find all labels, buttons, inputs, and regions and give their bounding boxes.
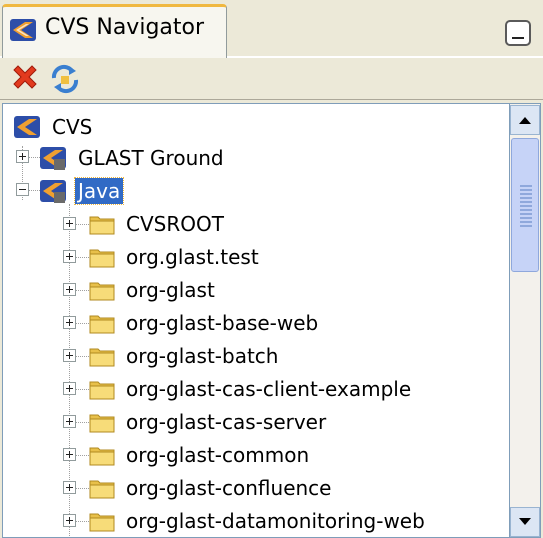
tree-label: org-glast-base-web: [126, 311, 319, 335]
collapse-toggle[interactable]: [16, 183, 29, 196]
cvs-repository-icon: [14, 116, 40, 138]
tree-label: org.glast.test: [126, 245, 259, 269]
tree-label: org-glast-cas-client-example: [126, 377, 412, 401]
expand-toggle[interactable]: [63, 316, 76, 329]
expand-toggle[interactable]: [63, 217, 76, 230]
tree-item-folder[interactable]: org-glast-datamonitoring-web: [89, 505, 428, 537]
project-icon: [40, 180, 66, 203]
folder-icon: [89, 414, 115, 433]
cvs-repository-icon: [10, 19, 36, 41]
scroll-thumb[interactable]: [511, 138, 539, 272]
folder-icon: [89, 447, 115, 466]
cvs-tree[interactable]: CVS GLAST Ground Java CVSROOT org.glast.…: [2, 103, 510, 538]
tree-item-folder[interactable]: CVSROOT: [89, 208, 227, 240]
folder-icon: [89, 216, 115, 235]
folder-icon: [89, 249, 115, 268]
tree-item-project[interactable]: Java: [39, 175, 125, 207]
view-tab-strip: CVS Navigator: [0, 0, 543, 58]
tree-item-folder[interactable]: org-glast-base-web: [89, 307, 321, 339]
toolbar: [0, 58, 543, 100]
red-x-icon: [13, 65, 37, 89]
expand-toggle[interactable]: [63, 448, 76, 461]
folder-icon: [89, 513, 115, 532]
refresh-icon: [51, 64, 79, 94]
scroll-up-button[interactable]: [510, 105, 540, 135]
expand-toggle[interactable]: [16, 150, 29, 163]
tree-item-folder[interactable]: org-glast-batch: [89, 340, 281, 372]
refresh-button[interactable]: [48, 62, 82, 96]
expand-toggle[interactable]: [63, 382, 76, 395]
folder-icon: [89, 381, 115, 400]
tree-item-folder[interactable]: org-glast-confluence: [89, 472, 334, 504]
folder-icon: [89, 315, 115, 334]
tree-label: CVS: [52, 115, 93, 139]
cvs-navigator-window: CVS Navigator CVS GLAST Ground Java CVSR…: [0, 0, 543, 538]
scroll-down-button[interactable]: [510, 507, 540, 537]
tree-label: org-glast: [126, 278, 215, 302]
expand-toggle[interactable]: [63, 514, 76, 527]
project-icon: [40, 147, 66, 170]
arrow-down-icon: [519, 518, 531, 525]
tab-label: CVS Navigator: [45, 15, 205, 40]
folder-icon: [89, 348, 115, 367]
remove-button[interactable]: [8, 62, 42, 96]
expand-toggle[interactable]: [63, 349, 76, 362]
tree-label: org-glast-common: [126, 443, 310, 467]
arrow-up-icon: [519, 117, 531, 124]
folder-icon: [89, 282, 115, 301]
expand-toggle[interactable]: [63, 283, 76, 296]
expand-toggle[interactable]: [63, 481, 76, 494]
vertical-scrollbar[interactable]: [510, 103, 541, 538]
tab-cvs-navigator[interactable]: CVS Navigator: [2, 4, 227, 58]
expand-toggle[interactable]: [63, 250, 76, 263]
tree-label: org-glast-cas-server: [126, 410, 327, 434]
tree-root-cvs[interactable]: CVS: [13, 111, 95, 143]
tree-item-folder[interactable]: org-glast-cas-client-example: [89, 373, 414, 405]
tree-label: org-glast-datamonitoring-web: [126, 509, 425, 533]
folder-icon: [89, 480, 115, 499]
tree-item-folder[interactable]: org-glast-cas-server: [89, 406, 329, 438]
tree-item-folder[interactable]: org.glast.test: [89, 241, 262, 273]
tree-label: GLAST Ground: [78, 146, 224, 170]
expand-toggle[interactable]: [63, 415, 76, 428]
tree-label: CVSROOT: [126, 212, 224, 236]
tree-item-folder[interactable]: org-glast-common: [89, 439, 312, 471]
tree-item-project[interactable]: GLAST Ground: [39, 142, 227, 174]
tree-label: org-glast-confluence: [126, 476, 332, 500]
tree-item-folder[interactable]: org-glast: [89, 274, 218, 306]
tree-label: org-glast-batch: [126, 344, 279, 368]
tree-label-selected: Java: [73, 177, 125, 205]
minimize-button[interactable]: [505, 20, 531, 46]
